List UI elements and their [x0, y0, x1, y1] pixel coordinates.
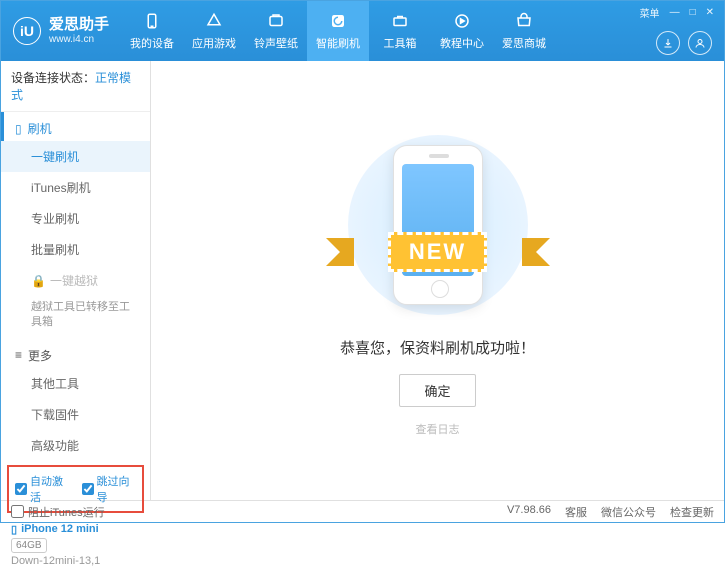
checkbox-skip-wizard[interactable] [82, 483, 94, 495]
close-button[interactable]: ✕ [704, 7, 716, 18]
brand-title: 爱思助手 [49, 17, 109, 34]
download-button[interactable] [656, 31, 680, 55]
option-skip-wizard[interactable]: 跳过向导 [82, 473, 137, 505]
device-name: iPhone 12 mini [21, 523, 99, 535]
nav-label: 爱思商城 [502, 35, 546, 51]
new-ribbon-icon: NEW [326, 230, 550, 274]
nav-my-device[interactable]: 我的设备 [121, 1, 183, 61]
menu-button[interactable]: 菜单 [638, 5, 662, 20]
connection-status: 设备连接状态：正常模式 [1, 61, 150, 112]
version-label: V7.98.66 [507, 504, 551, 520]
sidebar-item-download-fw[interactable]: 下载固件 [1, 399, 150, 430]
tutorial-icon [452, 11, 472, 31]
nav-apps[interactable]: 应用游戏 [183, 1, 245, 61]
window-controls: 菜单 — □ ✕ [638, 5, 716, 20]
phone-icon: ▯ [15, 122, 22, 136]
wechat-link[interactable]: 微信公众号 [601, 504, 656, 520]
sidebar-section-more[interactable]: ≡更多 [1, 339, 150, 368]
phone-illustration-icon [393, 145, 483, 305]
device-icon [142, 11, 162, 31]
main-content: NEW 恭喜您，保资料刷机成功啦！ 确定 查看日志 [151, 61, 724, 500]
user-button[interactable] [688, 31, 712, 55]
brand-logo-icon: iU [13, 17, 41, 45]
ok-button[interactable]: 确定 [399, 374, 475, 407]
device-ident: Down-12mini-13,1 [11, 555, 140, 567]
view-log-link[interactable]: 查看日志 [416, 421, 460, 437]
nav-flash[interactable]: 智能刷机 [307, 1, 369, 61]
sidebar-section-flash[interactable]: ▯刷机 [1, 112, 150, 141]
nav-label: 教程中心 [440, 35, 484, 51]
option-auto-activate[interactable]: 自动激活 [15, 473, 70, 505]
jailbreak-note: 越狱工具已转移至工具箱 [1, 296, 150, 339]
block-itunes-option[interactable]: 阻止iTunes运行 [11, 504, 105, 520]
sidebar-item-pro-flash[interactable]: 专业刷机 [1, 203, 150, 234]
nav-tools[interactable]: 工具箱 [369, 1, 431, 61]
top-nav: 我的设备 应用游戏 铃声壁纸 智能刷机 工具箱 教程中心 爱思商城 [121, 1, 555, 61]
flash-icon [328, 11, 348, 31]
list-icon: ≡ [15, 348, 22, 362]
toolbox-icon [390, 11, 410, 31]
store-icon [514, 11, 534, 31]
sidebar-item-itunes-flash[interactable]: iTunes刷机 [1, 172, 150, 203]
nav-label: 工具箱 [384, 35, 417, 51]
minimize-button[interactable]: — [668, 7, 682, 18]
success-message: 恭喜您，保资料刷机成功啦！ [340, 337, 535, 358]
sidebar-item-jailbreak[interactable]: 🔒一键越狱 [1, 265, 150, 296]
phone-icon: ▯ [11, 523, 17, 536]
checkbox-auto-activate[interactable] [15, 483, 27, 495]
device-panel[interactable]: ▯ iPhone 12 mini 64GB Down-12mini-13,1 [1, 517, 150, 573]
maximize-button[interactable]: □ [688, 7, 698, 18]
nav-label: 我的设备 [130, 35, 174, 51]
support-link[interactable]: 客服 [565, 504, 587, 520]
brand-subtitle: www.i4.cn [49, 34, 109, 45]
update-link[interactable]: 检查更新 [670, 504, 714, 520]
sidebar-item-other-tools[interactable]: 其他工具 [1, 368, 150, 399]
nav-tutorials[interactable]: 教程中心 [431, 1, 493, 61]
device-storage: 64GB [11, 538, 47, 553]
lock-icon: 🔒 [31, 274, 46, 288]
sidebar-item-batch-flash[interactable]: 批量刷机 [1, 234, 150, 265]
app-header: iU 爱思助手 www.i4.cn 我的设备 应用游戏 铃声壁纸 智能刷机 工具… [1, 1, 724, 61]
nav-media[interactable]: 铃声壁纸 [245, 1, 307, 61]
media-icon [266, 11, 286, 31]
apps-icon [204, 11, 224, 31]
sidebar: 设备连接状态：正常模式 ▯刷机 一键刷机 iTunes刷机 专业刷机 批量刷机 … [1, 61, 151, 500]
nav-label: 智能刷机 [316, 35, 360, 51]
success-illustration: NEW [338, 135, 538, 315]
nav-label: 铃声壁纸 [254, 35, 298, 51]
brand: iU 爱思助手 www.i4.cn [1, 17, 121, 45]
sidebar-item-advanced[interactable]: 高级功能 [1, 430, 150, 461]
nav-store[interactable]: 爱思商城 [493, 1, 555, 61]
checkbox-block-itunes[interactable] [11, 505, 24, 518]
sidebar-item-oneclick-flash[interactable]: 一键刷机 [1, 141, 150, 172]
nav-label: 应用游戏 [192, 35, 236, 51]
